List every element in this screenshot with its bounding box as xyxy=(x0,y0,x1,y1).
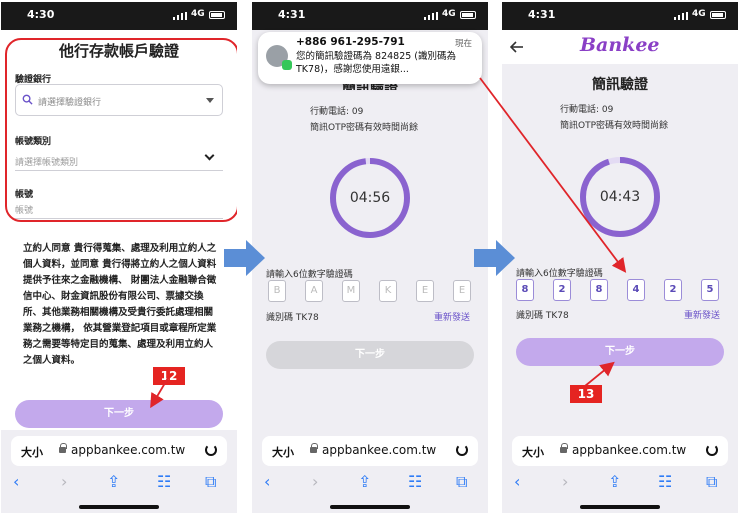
arrow-to-next-button-2 xyxy=(584,361,615,387)
arrow-to-next-button xyxy=(150,377,169,409)
tutorial-composite: 4:30 4G 他行存款帳戶驗證 驗證銀行 請選擇驗證銀行 帳號類別 請選擇帳號… xyxy=(0,0,740,515)
annotation-arrows xyxy=(150,77,627,409)
arrow-code-to-input xyxy=(479,77,627,273)
